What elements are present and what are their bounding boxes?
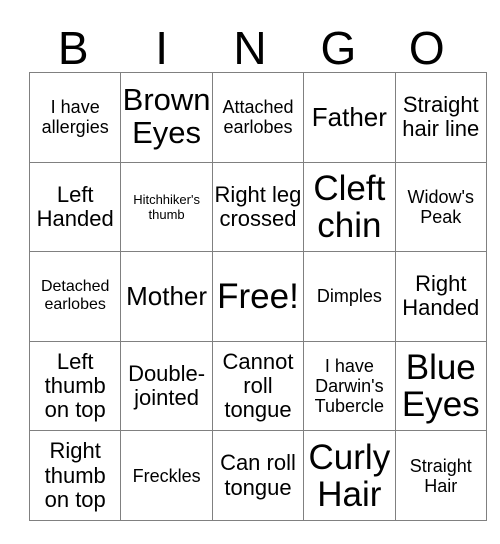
bingo-grid: I have allergies Brown Eyes Attached ear…: [28, 72, 487, 521]
bingo-cell-label: I have Darwin's Tubercle: [314, 355, 385, 417]
bingo-header-letter-i: I: [155, 22, 168, 74]
bingo-cell-label: Curly Hair: [308, 437, 391, 514]
bingo-cell-r0c1[interactable]: Brown Eyes: [120, 72, 213, 163]
bingo-cell-r1c4[interactable]: Widow's Peak: [394, 161, 487, 253]
bingo-cell-label: Free!: [217, 276, 299, 316]
bingo-cell-r0c0[interactable]: I have allergies: [28, 72, 122, 163]
bingo-cell-r3c0[interactable]: Left thumb on top: [28, 340, 122, 432]
bingo-cell-r1c0[interactable]: Left Handed: [28, 161, 122, 253]
bingo-cell-label: Detached earlobes: [40, 278, 110, 314]
bingo-cell-label: Freckles: [132, 465, 201, 486]
bingo-cell-label: Dimples: [316, 286, 382, 307]
bingo-cell-label: Left Handed: [36, 181, 114, 231]
bingo-cell-label: Double-jointed: [128, 360, 206, 411]
bingo-row: Left Handed Hitchhiker's thumb Right leg…: [28, 161, 487, 253]
bingo-cell-r2c0[interactable]: Detached earlobes: [28, 251, 122, 342]
bingo-cell-free-space[interactable]: Free!: [211, 251, 305, 342]
bingo-cell-label: Straight hair line: [402, 92, 480, 142]
bingo-cell-r4c2[interactable]: Can roll tongue: [211, 430, 305, 521]
bingo-cell-label: Right leg crossed: [214, 181, 302, 231]
bingo-cell-r3c3[interactable]: I have Darwin's Tubercle: [303, 340, 396, 432]
bingo-cell-r3c2[interactable]: Cannot roll tongue: [211, 340, 305, 432]
bingo-cell-r2c3[interactable]: Dimples: [303, 251, 396, 342]
bingo-cell-r4c1[interactable]: Freckles: [120, 430, 213, 521]
bingo-card: B I N G O I have allergies Brown Eyes At…: [28, 14, 487, 521]
bingo-cell-label: Widow's Peak: [407, 186, 474, 227]
bingo-cell-label: Left thumb on top: [44, 348, 106, 423]
bingo-row: Left thumb on top Double-jointed Cannot …: [28, 340, 487, 432]
bingo-row: Right thumb on top Freckles Can roll ton…: [28, 430, 487, 521]
bingo-header-row: B I N G O: [29, 14, 471, 72]
bingo-header-letter-n: N: [233, 22, 267, 74]
bingo-cell-label: Blue Eyes: [401, 347, 480, 425]
bingo-cell-r1c2[interactable]: Right leg crossed: [211, 161, 305, 253]
bingo-cell-label: Father: [311, 102, 387, 133]
bingo-cell-label: Straight Hair: [409, 455, 472, 496]
bingo-cell-label: Hitchhiker's thumb: [133, 191, 200, 222]
bingo-cell-label: Brown Eyes: [122, 82, 211, 151]
bingo-header-letter-b: B: [57, 22, 89, 74]
bingo-cell-r1c1[interactable]: Hitchhiker's thumb: [120, 161, 213, 253]
bingo-header-letter-g: G: [320, 22, 357, 74]
bingo-cell-r2c1[interactable]: Mother: [120, 251, 213, 342]
bingo-cell-r0c3[interactable]: Father: [303, 72, 396, 163]
bingo-cell-r3c1[interactable]: Double-jointed: [120, 340, 213, 432]
bingo-cell-label: Right thumb on top: [44, 438, 106, 512]
bingo-cell-label: Attached earlobes: [222, 97, 294, 138]
bingo-cell-r2c4[interactable]: Right Handed: [394, 251, 487, 342]
bingo-row: I have allergies Brown Eyes Attached ear…: [28, 72, 487, 163]
bingo-cell-label: Can roll tongue: [220, 450, 296, 500]
bingo-cell-r4c4[interactable]: Straight Hair: [394, 430, 487, 521]
bingo-cell-r0c2[interactable]: Attached earlobes: [211, 72, 305, 163]
bingo-row: Detached earlobes Mother Free! Dimples R…: [28, 251, 487, 342]
bingo-cell-label: Mother: [126, 281, 208, 312]
bingo-cell-label: I have allergies: [41, 97, 109, 138]
bingo-cell-r4c3[interactable]: Curly Hair: [303, 430, 396, 521]
bingo-cell-r4c0[interactable]: Right thumb on top: [28, 430, 122, 521]
bingo-cell-label: Cannot roll tongue: [222, 348, 294, 423]
bingo-cell-r0c4[interactable]: Straight hair line: [394, 72, 487, 163]
bingo-header-letter-o: O: [408, 22, 445, 74]
bingo-cell-r3c4[interactable]: Blue Eyes: [394, 340, 487, 432]
bingo-cell-r1c3[interactable]: Cleft chin: [303, 161, 396, 253]
bingo-cell-label: Cleft chin: [313, 168, 386, 245]
bingo-cell-label: Right Handed: [402, 271, 480, 321]
